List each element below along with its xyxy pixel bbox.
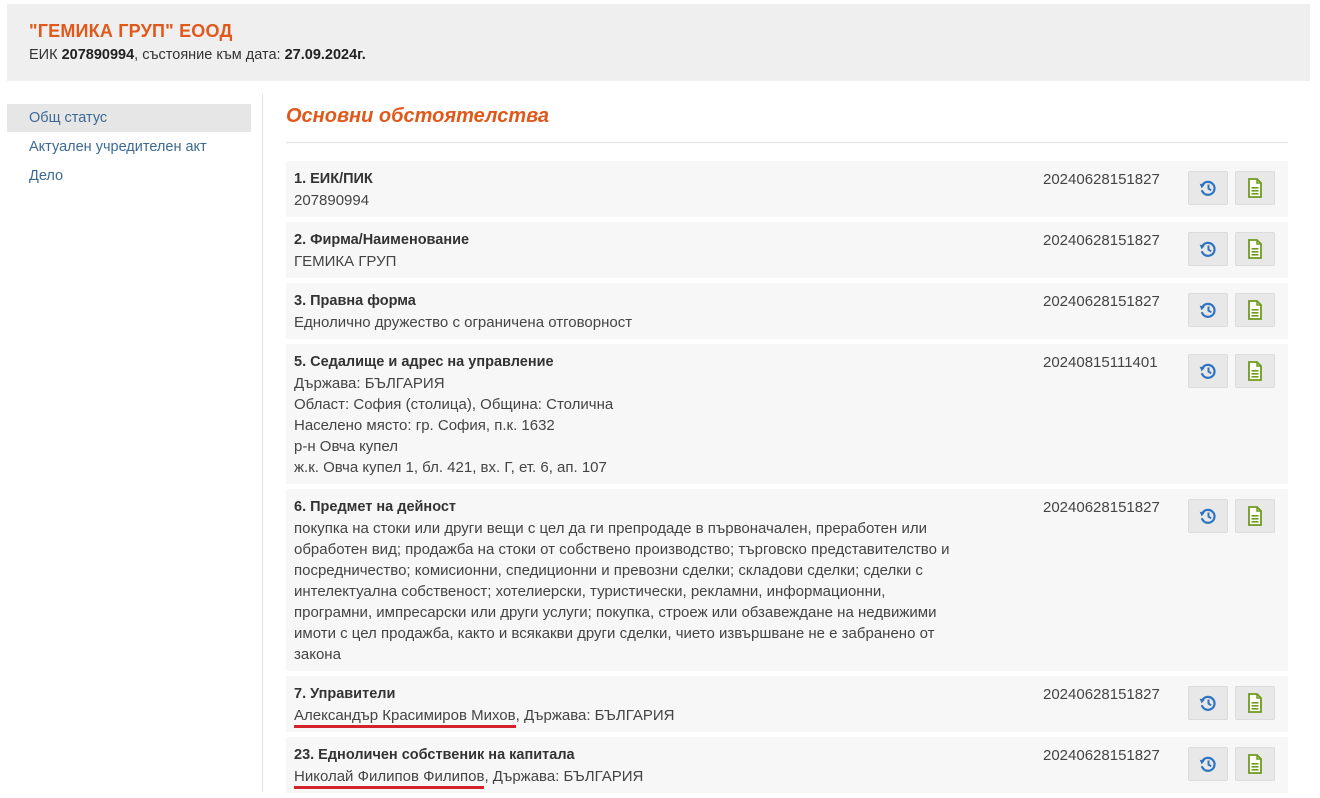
document-icon <box>1248 178 1262 198</box>
document-icon <box>1247 506 1263 526</box>
sidebar-item-general-status[interactable]: Общ статус <box>7 104 251 132</box>
history-icon <box>1198 361 1218 381</box>
circumstance-row: 3. Правна форма Еднолично дружество с огр… <box>286 283 1288 339</box>
document-icon <box>1248 506 1262 526</box>
document-button[interactable] <box>1235 354 1275 388</box>
history-button[interactable] <box>1188 499 1228 533</box>
circumstance-row: 5. Седалище и адрес на управление Държава… <box>286 344 1288 484</box>
circumstance-row: 23. Едноличен собственик на капитала Нико… <box>286 737 1288 793</box>
history-icon <box>1198 178 1218 198</box>
row-value-line: Населено място: гр. София, п.к. 1632 <box>294 417 555 434</box>
document-button[interactable] <box>1235 686 1275 720</box>
history-button[interactable] <box>1188 354 1228 388</box>
row-value-line: ГЕМИКА ГРУП <box>294 253 397 270</box>
document-icon <box>1247 693 1263 713</box>
vertical-divider <box>262 94 263 792</box>
company-header: "ГЕМИКА ГРУП" ЕООД ЕИК 207890994, състоя… <box>7 4 1310 81</box>
row-date: 20240628151827 <box>1043 171 1160 188</box>
document-button[interactable] <box>1235 232 1275 266</box>
eik-label: ЕИК <box>29 47 58 63</box>
sidebar: Общ статус Актуален учредителен акт Дело <box>7 104 251 191</box>
history-icon <box>1198 239 1218 259</box>
row-value: Николай Филипов Филипов, Държава: БЪЛГАР… <box>294 766 1014 789</box>
section-title: Основни обстоятелства <box>286 98 1288 143</box>
history-button[interactable] <box>1188 171 1228 205</box>
person-country: , Държава: БЪЛГАРИЯ <box>515 707 675 724</box>
circumstance-row: 1. ЕИК/ПИК 207890994 20240628151827 <box>286 161 1288 217</box>
row-date: 20240628151827 <box>1043 686 1160 703</box>
person-name: Николай Филипов Филипов <box>294 768 485 789</box>
row-value-line: програмни, импресарски или други услуги;… <box>294 604 937 621</box>
document-button[interactable] <box>1235 499 1275 533</box>
history-icon <box>1198 506 1218 526</box>
document-button[interactable] <box>1235 171 1275 205</box>
history-icon <box>1199 302 1216 318</box>
history-icon <box>1199 695 1216 711</box>
row-value-line: закона <box>294 646 341 663</box>
row-value-line: обработен вид; продажба на стоки от собс… <box>294 541 950 558</box>
row-value-line: покупка на стоки или други вещи с цел да… <box>294 520 927 537</box>
eik-value: 207890994 <box>61 47 135 63</box>
history-icon <box>1198 300 1218 320</box>
person-name: Александър Красимиров Михов <box>294 707 516 728</box>
row-value-line: посредничество; комисионни, спедиционни … <box>294 562 923 579</box>
document-icon <box>1248 361 1262 381</box>
history-icon <box>1199 241 1216 257</box>
document-icon <box>1247 239 1263 259</box>
row-value-line: имоти с цел продажба, както и всякакви д… <box>294 625 935 642</box>
header-subtitle: ЕИК 207890994, състояние към дата: 27.09… <box>29 47 1310 63</box>
row-value-line: Област: София (столица), Община: Столичн… <box>294 396 614 413</box>
document-button[interactable] <box>1235 747 1275 781</box>
history-button[interactable] <box>1188 293 1228 327</box>
history-icon <box>1198 754 1218 774</box>
person-country: , Държава: БЪЛГАРИЯ <box>484 768 644 785</box>
company-name: "ГЕМИКА ГРУП" ЕООД <box>29 21 233 41</box>
document-icon <box>1248 300 1262 320</box>
row-value-line: р-н Овча купел <box>294 438 399 455</box>
row-date: 20240628151827 <box>1043 232 1160 249</box>
row-value-line: Еднолично дружество с ограничена отговор… <box>294 314 633 331</box>
history-icon <box>1199 180 1216 196</box>
document-icon <box>1247 361 1263 381</box>
document-icon <box>1248 693 1262 713</box>
status-label: , състояние към дата: <box>134 47 281 63</box>
document-icon <box>1248 239 1262 259</box>
status-date: 27.09.2024г. <box>284 47 366 63</box>
history-icon <box>1198 693 1218 713</box>
row-value-line: интелектуална собственост; хотелиерски, … <box>294 583 886 600</box>
row-date: 20240628151827 <box>1043 293 1160 310</box>
document-icon <box>1247 300 1263 320</box>
row-value-line: Държава: БЪЛГАРИЯ <box>294 375 445 392</box>
circumstances-list: 1. ЕИК/ПИК 207890994 20240628151827 2. Фирм… <box>286 161 1288 793</box>
history-button[interactable] <box>1188 232 1228 266</box>
row-value: Александър Красимиров Михов, Държава: БЪ… <box>294 705 1014 728</box>
main-content: Основни обстоятелства 1. ЕИК/ПИК 20789099… <box>286 98 1288 798</box>
row-value-line: ж.к. Овча купел 1, бл. 421, вх. Г, ет. 6… <box>294 459 607 476</box>
circumstance-row: 2. Фирма/Наименование ГЕМИКА ГРУП 20240628… <box>286 222 1288 278</box>
document-icon <box>1247 754 1263 774</box>
history-icon <box>1199 756 1216 772</box>
row-value-line: 207890994 <box>294 192 370 209</box>
sidebar-item-founding-act[interactable]: Актуален учредителен акт <box>7 133 251 161</box>
document-icon <box>1248 754 1262 774</box>
row-date: 20240628151827 <box>1043 747 1160 764</box>
document-icon <box>1247 178 1263 198</box>
row-date: 20240815111401 <box>1043 354 1158 371</box>
circumstance-row: 6. Предмет на дейност покупка на стоки ил… <box>286 489 1288 671</box>
circumstance-row: 7. Управители Александър Красимиров Михов… <box>286 676 1288 732</box>
sidebar-item-case[interactable]: Дело <box>7 162 251 190</box>
document-button[interactable] <box>1235 293 1275 327</box>
history-icon <box>1199 363 1216 379</box>
row-date: 20240628151827 <box>1043 499 1160 516</box>
history-icon <box>1199 508 1216 524</box>
history-button[interactable] <box>1188 747 1228 781</box>
history-button[interactable] <box>1188 686 1228 720</box>
